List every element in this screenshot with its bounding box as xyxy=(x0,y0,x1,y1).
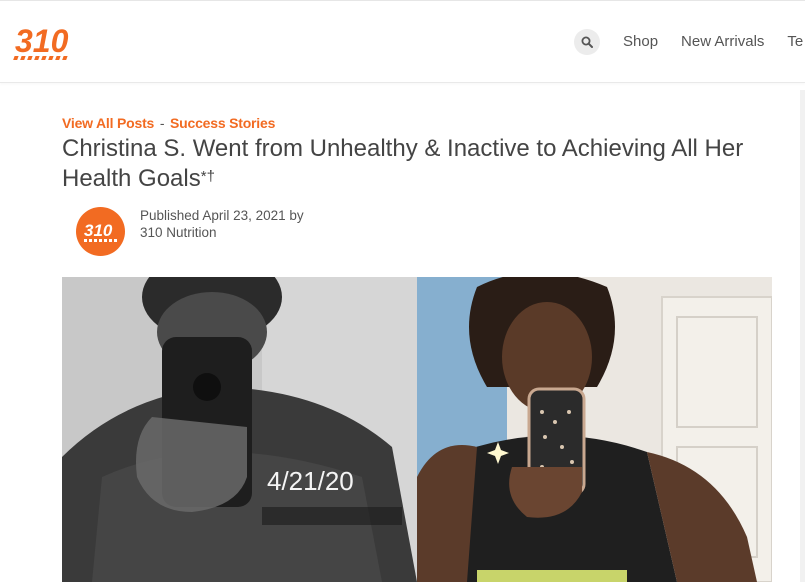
success-stories-link[interactable]: Success Stories xyxy=(170,115,275,131)
breadcrumb: View All Posts - Success Stories xyxy=(62,115,275,131)
brand-logo[interactable]: 310 xyxy=(0,22,83,64)
site-header: 310 Shop New Arrivals Te xyxy=(0,0,805,83)
page-scrollbar[interactable] xyxy=(800,90,805,582)
main-nav: Shop New Arrivals Te xyxy=(623,33,805,50)
author-name[interactable]: 310 Nutrition xyxy=(140,224,304,241)
post-meta: Published April 23, 2021 by 310 Nutritio… xyxy=(140,207,304,241)
published-date: April 23, 2021 xyxy=(202,208,286,223)
post-title-marks: *† xyxy=(200,168,215,185)
post-title-text: Christina S. Went from Unhealthy & Inact… xyxy=(62,135,744,192)
published-label: Published xyxy=(140,208,200,223)
nav-new-arrivals[interactable]: New Arrivals xyxy=(681,33,764,50)
search-button[interactable] xyxy=(574,29,600,55)
date-stamp: 4/21/20 xyxy=(267,466,354,496)
search-icon xyxy=(581,36,593,48)
view-all-posts-link[interactable]: View All Posts xyxy=(62,115,154,131)
logo-text: 310 xyxy=(15,23,69,59)
breadcrumb-separator: - xyxy=(159,115,165,131)
post-title: Christina S. Went from Unhealthy & Inact… xyxy=(62,134,774,194)
nav-shop[interactable]: Shop xyxy=(623,33,658,50)
by-label: by xyxy=(289,208,304,223)
nav-item-truncated[interactable]: Te xyxy=(787,33,803,50)
author-avatar[interactable]: 310 xyxy=(76,207,125,256)
after-photo xyxy=(417,277,772,582)
before-photo: 4/21/20 xyxy=(62,277,417,582)
avatar-text: 310 xyxy=(84,221,113,240)
